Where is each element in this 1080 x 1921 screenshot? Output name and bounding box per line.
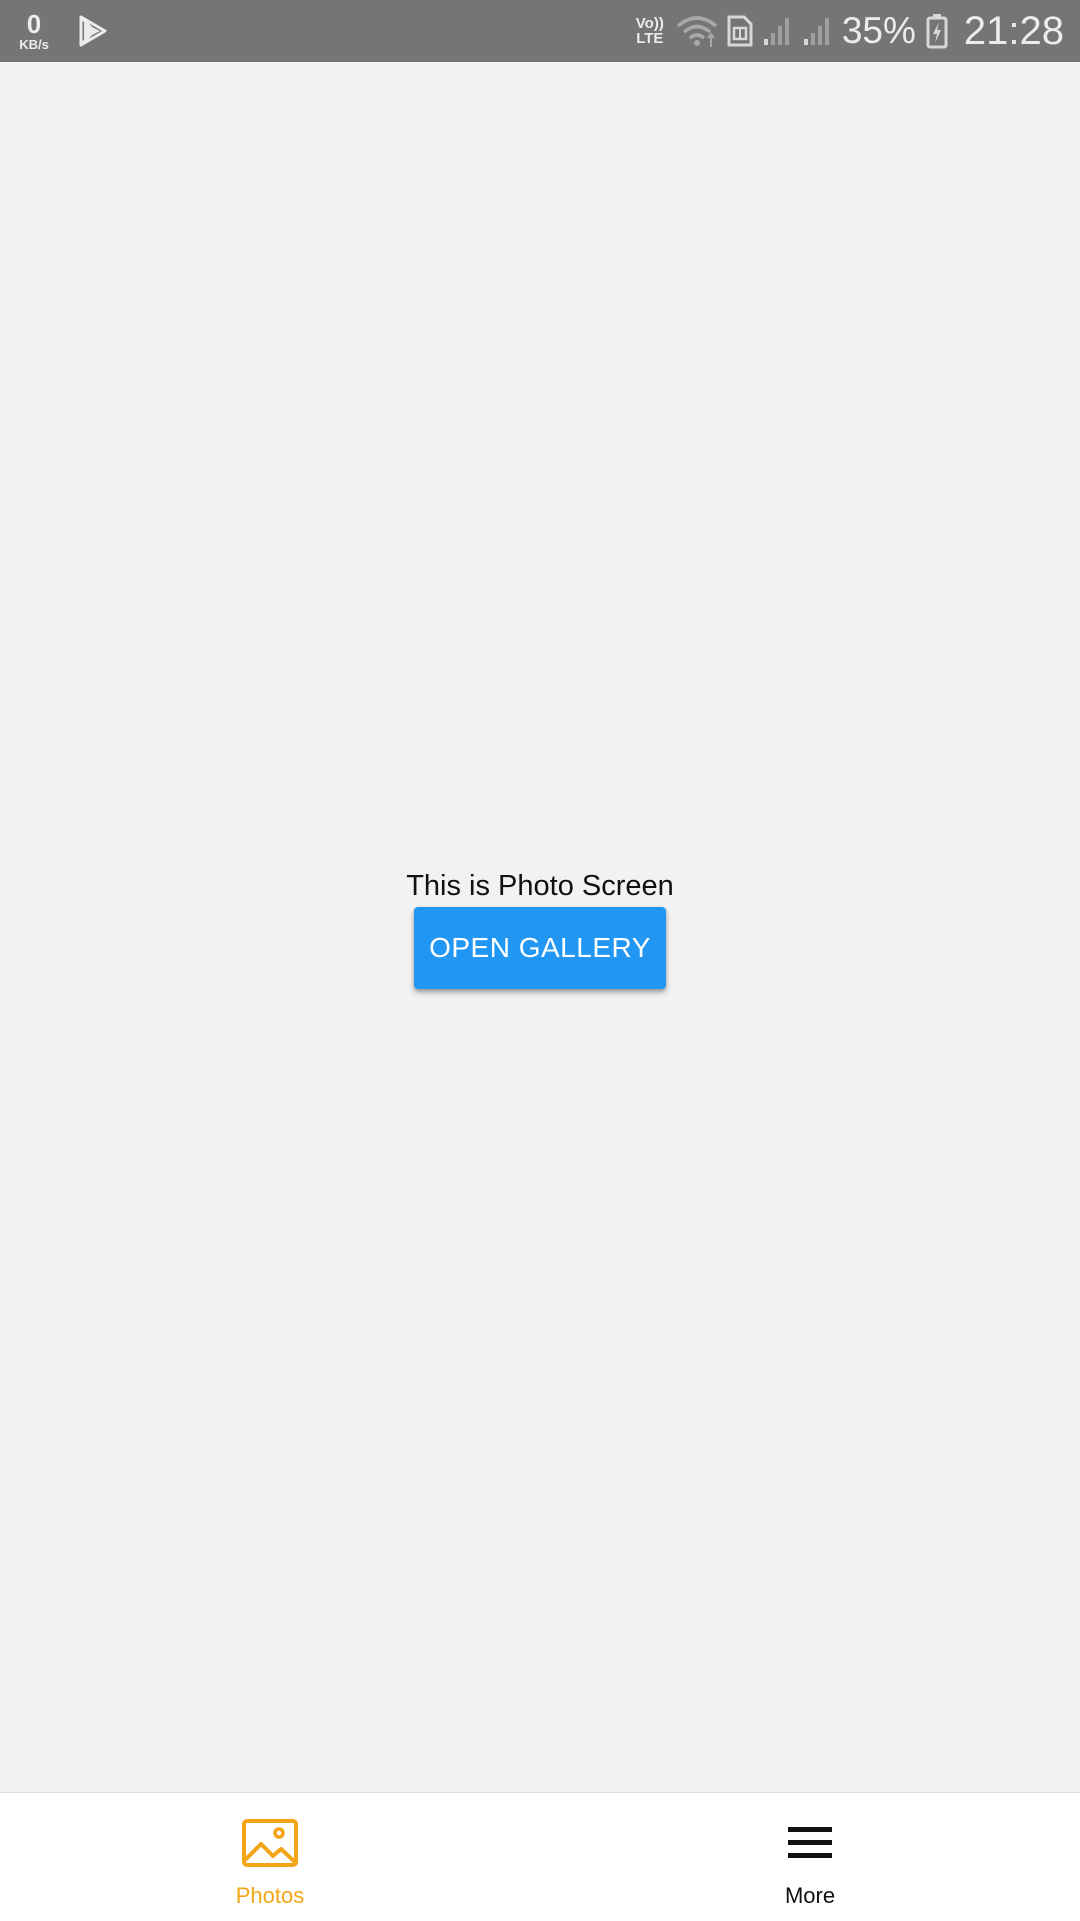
screen-message: This is Photo Screen xyxy=(406,870,674,902)
tab-photos[interactable]: Photos xyxy=(0,1793,540,1921)
tab-more[interactable]: More xyxy=(540,1793,1080,1921)
status-bar: 0 KB/s Vo)) LTE 35% 21:28 xyxy=(0,0,1080,62)
network-speed-unit: KB/s xyxy=(19,37,49,52)
photo-screen: This is Photo Screen OPEN GALLERY xyxy=(0,62,1080,1792)
network-speed: 0 KB/s xyxy=(14,11,54,51)
wifi-icon xyxy=(676,14,718,48)
status-right: Vo)) LTE 35% 21:28 xyxy=(636,0,1064,62)
clock: 21:28 xyxy=(963,8,1064,53)
signal-2-icon xyxy=(802,15,834,47)
tab-more-label: More xyxy=(784,1883,836,1908)
center-content: This is Photo Screen OPEN GALLERY xyxy=(0,867,1080,989)
tab-photos-label: Photos xyxy=(235,1883,305,1908)
volte-top-label: Vo)) xyxy=(635,15,664,32)
volte-bottom-label: LTE xyxy=(636,30,664,47)
sim-icon xyxy=(726,14,754,48)
battery-percent: 35% xyxy=(841,10,916,51)
status-left: 0 KB/s xyxy=(14,6,116,56)
volte-indicator: Vo)) LTE xyxy=(636,16,664,46)
image-icon xyxy=(241,1815,299,1871)
network-speed-value: 0 xyxy=(26,9,42,39)
bottom-navigation: Photos More xyxy=(0,1792,1080,1921)
play-store-icon xyxy=(78,15,108,47)
battery-charging-icon xyxy=(926,13,948,49)
open-gallery-button[interactable]: OPEN GALLERY xyxy=(414,907,666,989)
menu-icon xyxy=(788,1815,832,1871)
signal-1-icon xyxy=(762,15,794,47)
